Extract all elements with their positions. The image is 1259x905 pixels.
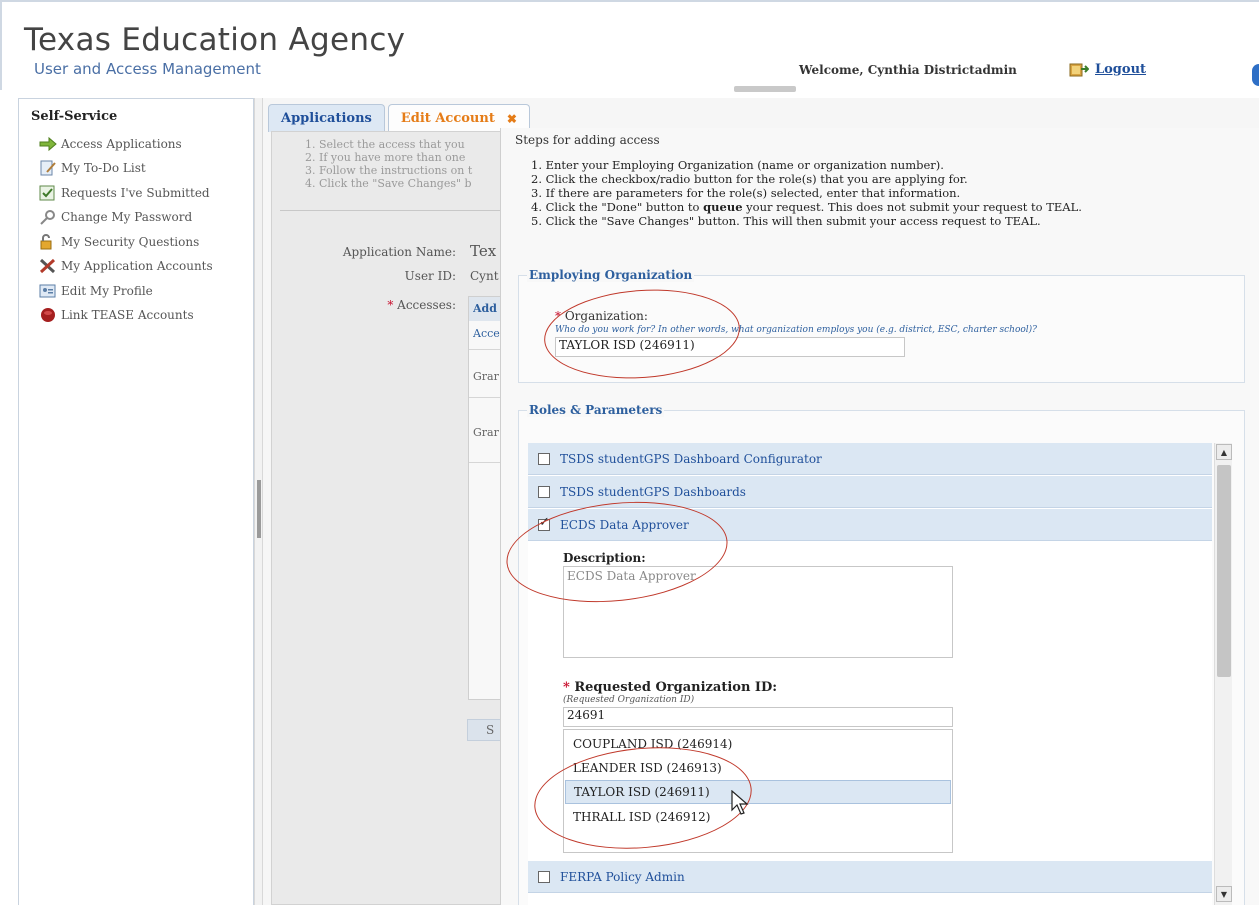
steps-title: Steps for adding access [515,133,660,147]
app-name-label: Application Name: [342,245,456,259]
step-item: 5. Click the "Save Changes" button. This… [531,214,1041,228]
profile-card-icon [39,283,57,299]
role-checkbox[interactable] [538,485,550,498]
sidebar-item-access-applications[interactable]: Access Applications [39,134,182,154]
organization-input[interactable]: TAYLOR ISD (246911) [555,337,905,357]
description-box: ECDS Data Approver [563,566,953,658]
edit-account-panel: 1. Select the access that you 2. If you … [271,131,512,905]
roles-list: TSDS studentGPS Dashboard Configurator T… [528,443,1212,905]
steps-list: 1. Enter your Employing Organization (na… [531,158,1082,228]
employing-organization-section: Employing Organization * Organization: W… [518,268,1245,383]
role-label: TSDS studentGPS Dashboards [560,484,746,499]
tab-label: Applications [281,111,372,126]
sidebar-item-label: My Application Accounts [61,259,213,273]
key-icon [39,209,57,225]
autocomplete-option[interactable]: THRALL ISD (246912) [565,805,951,829]
step-item: 2. Click the checkbox/radio button for t… [531,172,968,186]
user-id-label: User ID: [404,269,456,283]
document-check-icon [39,185,57,201]
role-label: TSDS studentGPS Dashboard Configurator [560,451,822,466]
sidebar-item-label: Edit My Profile [61,284,153,298]
tab-strip: Applications Edit Account ✖ [268,104,530,132]
mouse-cursor-icon [731,789,749,816]
close-icon[interactable]: ✖ [507,112,517,126]
app-subtitle: User and Access Management [34,60,261,78]
role-row[interactable]: FERPA Policy Admin [528,861,1212,893]
autocomplete-list: COUPLAND ISD (246914) LEANDER ISD (24691… [563,729,953,853]
autocomplete-option[interactable]: LEANDER ISD (246913) [565,756,951,780]
roles-scrollbar[interactable]: ▲ ▼ [1214,443,1232,905]
role-label: FERPA Policy Admin [560,869,685,884]
step-item: 1. Enter your Employing Organization (na… [531,158,944,172]
sidebar-item-security-questions[interactable]: My Security Questions [39,232,199,252]
sidebar-item-requests-submitted[interactable]: Requests I've Submitted [39,183,210,203]
step-item: 4. Click the "Done" button to queue your… [531,200,1082,214]
tools-icon [39,258,57,274]
role-row[interactable]: ECDS Data Approver [528,509,1212,541]
sidebar-item-label: My To-Do List [61,161,146,175]
sidebar-item-label: My Security Questions [61,235,200,249]
tab-applications[interactable]: Applications [268,104,385,132]
sidebar-item-label: Change My Password [61,210,193,224]
scroll-down-icon[interactable]: ▼ [1216,886,1232,902]
app-header: Texas Education Agency User and Access M… [0,0,1259,92]
sidebar-item-label: Access Applications [61,137,182,151]
sidebar: Self-Service Access Applications My To-D… [18,98,254,905]
sidebar-item-edit-profile[interactable]: Edit My Profile [39,281,153,301]
instruction-line: 4. Click the "Save Changes" b [305,177,472,190]
agency-title: Texas Education Agency [24,22,406,58]
sidebar-splitter[interactable] [254,98,263,905]
header-resize-grip[interactable] [734,86,796,92]
logout-icon[interactable] [1069,60,1090,78]
add-access-dialog: Steps for adding access 1. Enter your Em… [500,128,1259,905]
organization-hint: Who do you work for? In other words, wha… [555,325,1038,335]
role-row[interactable]: TSDS studentGPS Dashboard Configurator [528,443,1212,475]
scroll-up-icon[interactable]: ▲ [1216,444,1232,460]
instruction-line: 3. Follow the instructions on t [305,164,473,177]
accesses-label: * Accesses: [387,298,456,312]
sidebar-item-change-password[interactable]: Change My Password [39,207,192,227]
instruction-line: 2. If you have more than one [305,151,466,164]
autocomplete-option-selected[interactable]: TAYLOR ISD (246911) [565,780,951,804]
sidebar-title: Self-Service [31,109,118,124]
autocomplete-option[interactable]: COUPLAND ISD (246914) [565,732,951,756]
section-legend: Employing Organization [527,268,695,282]
link-badge-icon [39,307,57,323]
scroll-thumb[interactable] [1217,465,1231,677]
logout-control[interactable]: Logout [1069,60,1146,78]
divider [280,210,510,211]
sidebar-item-label: Link TEASE Accounts [61,308,194,322]
requested-org-label: * Requested Organization ID: [563,680,778,695]
notepad-icon [39,160,57,176]
role-checkbox[interactable] [538,515,550,531]
description-label: Description: [563,551,646,565]
step-item: 3. If there are parameters for the role(… [531,186,961,200]
splitter-grip[interactable] [257,480,261,538]
sidebar-item-application-accounts[interactable]: My Application Accounts [39,256,213,276]
edge-help-icon[interactable] [1252,64,1259,86]
requested-org-hint: (Requested Organization ID) [563,695,695,705]
welcome-message: Welcome, Cynthia Districtadmin [799,63,1017,77]
sidebar-item-link-tease[interactable]: Link TEASE Accounts [39,305,194,325]
sidebar-item-label: Requests I've Submitted [61,186,210,200]
role-row[interactable]: TSDS studentGPS Dashboards [528,476,1212,508]
organization-label: * Organization: [555,309,648,323]
requested-org-input[interactable]: 24691 [563,707,953,727]
roles-parameters-section: Roles & Parameters TSDS studentGPS Dashb… [518,403,1245,905]
section-legend: Roles & Parameters [527,403,665,417]
logout-link[interactable]: Logout [1095,62,1146,77]
sidebar-item-todo-list[interactable]: My To-Do List [39,158,146,178]
role-label: ECDS Data Approver [560,517,689,532]
arrow-right-icon [39,136,57,152]
padlock-icon [39,234,57,250]
instruction-line: 1. Select the access that you [305,138,465,151]
tab-label: Edit Account [400,111,495,126]
role-checkbox[interactable] [538,870,550,883]
role-checkbox[interactable] [538,452,550,465]
